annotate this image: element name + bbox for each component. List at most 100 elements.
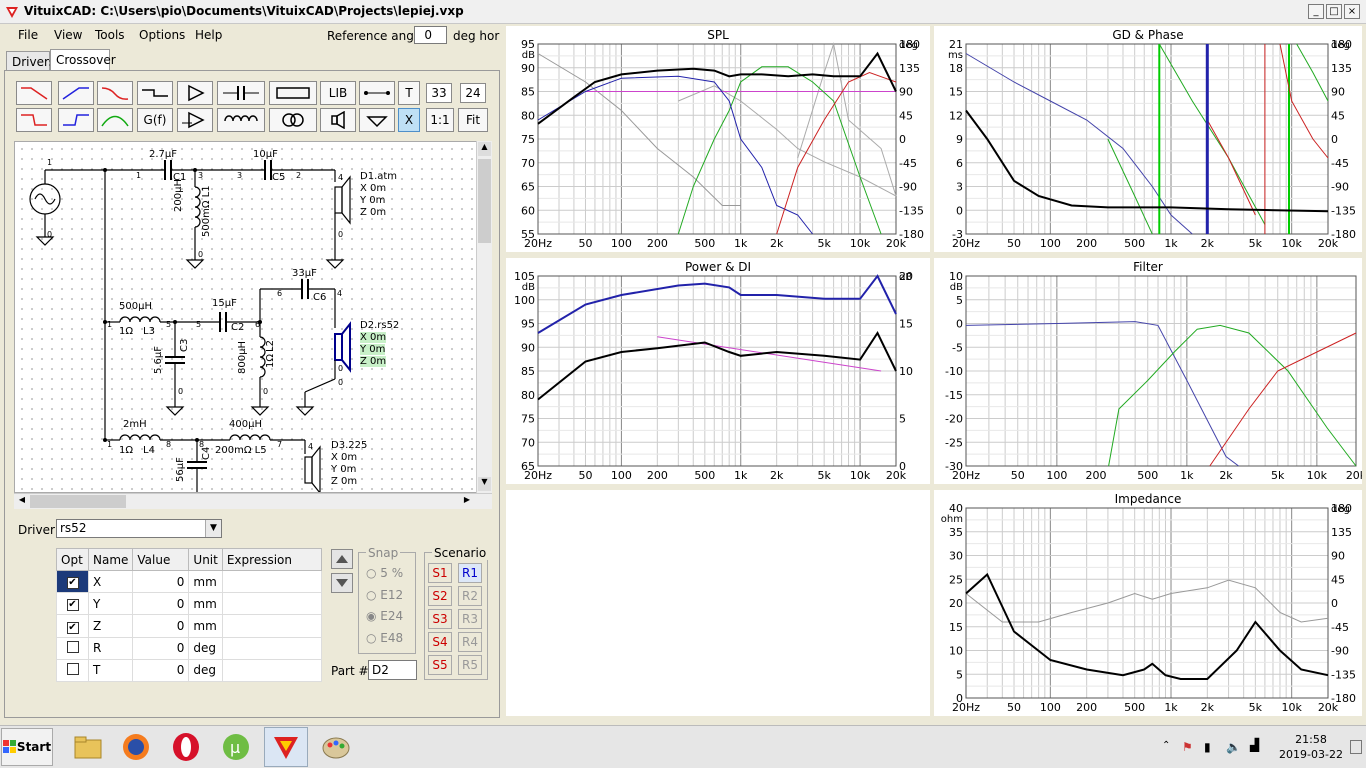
grid-x-input[interactable]: 33 <box>426 83 452 103</box>
chevron-down-icon[interactable]: ▼ <box>205 520 221 537</box>
snap-option-e48[interactable]: ○ E48 <box>366 631 403 645</box>
checkbox-unchecked-icon[interactable] <box>66 640 79 653</box>
impedance-chart[interactable]: Impedance 40 35 30 25 20 15 10 5 0 180 135 90 45 0 -45… <box>934 490 1362 716</box>
file-explorer-icon[interactable] <box>66 727 110 767</box>
opt-cell[interactable]: ✔ <box>56 570 89 594</box>
capacitor-button[interactable] <box>217 81 265 105</box>
menu-help[interactable]: Help <box>195 28 222 42</box>
scenario-s1-button[interactable]: S1 <box>428 563 452 583</box>
menu-view[interactable]: View <box>54 28 82 42</box>
lowpass-2-button[interactable] <box>16 108 52 132</box>
driver-select[interactable]: rs52 ▼ <box>56 519 222 538</box>
bandpass-1-button[interactable] <box>97 81 133 105</box>
move-down-button[interactable] <box>331 573 353 593</box>
scenario-r3-button[interactable]: R3 <box>458 609 482 629</box>
value-cell[interactable]: 0 <box>132 614 190 638</box>
menu-options[interactable]: Options <box>139 28 185 42</box>
reference-angle-input[interactable]: 0 <box>414 26 447 44</box>
value-cell[interactable]: 0 <box>132 592 190 616</box>
inductor-button[interactable] <box>217 108 265 132</box>
checkbox-checked-icon[interactable]: ✔ <box>66 577 79 590</box>
gd-phase-chart[interactable]: GD & Phase 21 18 15 12 9 6 3 0 -3 180 135 90 45 0 -45-… <box>934 26 1362 252</box>
schematic-vertical-scrollbar[interactable]: ▲ ▼ <box>476 141 492 493</box>
move-up-button[interactable] <box>331 549 353 569</box>
network-icon[interactable]: ▟ <box>1250 738 1259 752</box>
scenario-s2-button[interactable]: S2 <box>428 586 452 606</box>
transformer-button[interactable] <box>269 108 317 132</box>
spl-chart[interactable]: SPL 95 90 85 80 75 70 65 60 55 180 135 90 45 0 -45 -90-… <box>506 26 930 252</box>
value-cell[interactable]: 0 <box>132 658 190 683</box>
expression-cell[interactable] <box>221 614 323 638</box>
scenario-s5-button[interactable]: S5 <box>428 655 452 675</box>
table-row[interactable]: R 0 deg <box>56 636 323 660</box>
snap-option-e12[interactable]: ○ E12 <box>366 588 403 602</box>
grid-y-input[interactable]: 24 <box>460 83 486 103</box>
library-button[interactable]: LIB <box>320 81 356 105</box>
bandpass-2-button[interactable] <box>97 108 133 132</box>
paint-icon[interactable] <box>314 727 358 767</box>
table-row[interactable]: ✔ Y 0 mm <box>56 592 323 616</box>
checkbox-unchecked-icon[interactable] <box>66 662 79 675</box>
ground-button[interactable] <box>359 108 395 132</box>
scroll-thumb[interactable] <box>30 495 126 508</box>
notch-button[interactable] <box>137 81 173 105</box>
amplifier-button[interactable] <box>177 81 213 105</box>
table-row[interactable]: ✔ X 0 mm <box>56 570 323 594</box>
vituixcad-taskbar-icon[interactable] <box>264 727 308 767</box>
menu-file[interactable]: File <box>18 28 38 42</box>
opt-cell[interactable]: ✔ <box>56 592 89 616</box>
minimize-button[interactable]: _ <box>1308 4 1324 19</box>
driver-button[interactable] <box>320 108 356 132</box>
schematic-canvas[interactable]: 2.7µF C1 10µF C5 200µH 500mΩ L1 D1.atm X… <box>14 141 492 493</box>
scroll-right-icon[interactable]: ▶ <box>460 495 474 508</box>
checkbox-checked-icon[interactable]: ✔ <box>66 599 79 612</box>
menu-tools[interactable]: Tools <box>95 28 125 42</box>
scroll-thumb[interactable] <box>478 159 491 243</box>
scenario-r4-button[interactable]: R4 <box>458 632 482 652</box>
opera-icon[interactable] <box>164 727 208 767</box>
ratio-button[interactable]: 1:1 <box>426 108 454 132</box>
opt-cell[interactable] <box>56 658 89 683</box>
schematic-horizontal-scrollbar[interactable]: ◀ ▶ <box>14 493 492 509</box>
resistor-button[interactable] <box>269 81 317 105</box>
scenario-r2-button[interactable]: R2 <box>458 586 482 606</box>
notification-icon[interactable] <box>1350 740 1362 754</box>
action-center-icon[interactable]: ⚑ <box>1182 740 1193 754</box>
scenario-s3-button[interactable]: S3 <box>428 609 452 629</box>
scenario-r1-button[interactable]: R1 <box>458 563 482 583</box>
tray-expand-icon[interactable]: ⌃ <box>1162 740 1170 751</box>
scroll-down-icon[interactable]: ▼ <box>478 477 491 491</box>
opt-cell[interactable] <box>56 636 89 660</box>
utorrent-icon[interactable]: µ <box>214 727 258 767</box>
buffer-button[interactable] <box>177 108 213 132</box>
table-row[interactable]: ✔ Z 0 mm <box>56 614 323 638</box>
firefox-icon[interactable] <box>114 727 158 767</box>
close-button[interactable]: × <box>1344 4 1360 19</box>
start-button[interactable]: Start <box>1 728 53 766</box>
tab-crossover[interactable]: Crossover <box>50 49 116 71</box>
scenario-s4-button[interactable]: S4 <box>428 632 452 652</box>
highpass-2-button[interactable] <box>58 108 94 132</box>
scroll-up-icon[interactable]: ▲ <box>478 142 491 156</box>
wire-button[interactable] <box>359 81 395 105</box>
expression-cell[interactable] <box>221 592 323 616</box>
filter-chart[interactable]: Filter 10 5 0 -5 -10 -15 -20 -25 -30 dB 20Hz 50 100 2… <box>934 258 1362 484</box>
snap-option-e24[interactable]: ◉ E24 <box>366 609 403 623</box>
expression-cell[interactable] <box>221 658 323 683</box>
scroll-left-icon[interactable]: ◀ <box>15 495 29 508</box>
opt-cell[interactable]: ✔ <box>56 614 89 638</box>
scenario-r5-button[interactable]: R5 <box>458 655 482 675</box>
table-row[interactable]: T 0 deg <box>56 658 323 683</box>
text-button[interactable]: T <box>398 81 420 105</box>
expression-cell[interactable] <box>221 570 323 594</box>
clock[interactable]: 21:58 2019-03-22 <box>1276 732 1346 762</box>
usb-icon[interactable]: ▮ <box>1204 740 1211 754</box>
maximize-button[interactable]: □ <box>1326 4 1342 19</box>
value-cell[interactable]: 0 <box>132 636 190 660</box>
x-toggle-button[interactable]: X <box>398 108 420 132</box>
expression-cell[interactable] <box>221 636 323 660</box>
fit-button[interactable]: Fit <box>458 108 488 132</box>
part-input[interactable]: D2 <box>368 660 417 680</box>
gf-button[interactable]: G(f) <box>137 108 173 132</box>
lowpass-1-button[interactable] <box>16 81 52 105</box>
